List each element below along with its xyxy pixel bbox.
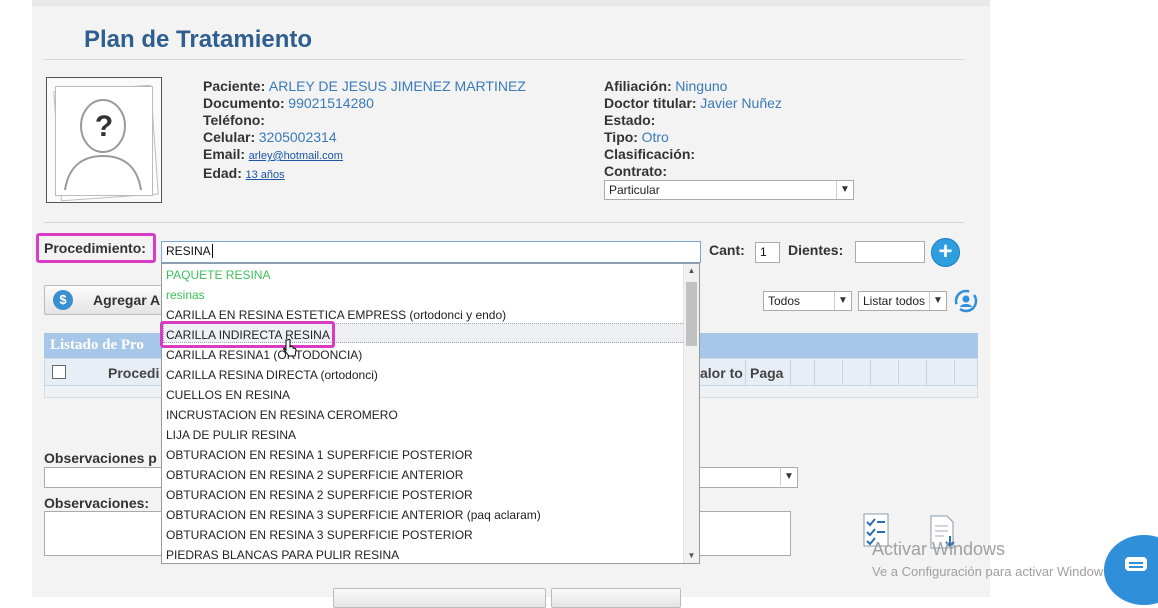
scrollbar-thumb[interactable] bbox=[686, 282, 697, 346]
procedure-option[interactable]: OBTURACION EN RESINA 3 SUPERFICIE ANTERI… bbox=[166, 505, 541, 525]
procedure-option[interactable]: INCRUSTACION EN RESINA CEROMERO bbox=[166, 405, 398, 425]
dollar-icon: $ bbox=[53, 290, 73, 310]
label-email: Email: bbox=[203, 146, 246, 162]
procedure-option[interactable]: CARILLA RESINA1 (ORTODONCIA) bbox=[166, 345, 362, 365]
bottom-action-button-1[interactable] bbox=[333, 588, 546, 608]
procedure-option[interactable]: PIEDRAS BLANCAS PARA PULIR RESINA bbox=[166, 545, 399, 563]
chevron-down-icon: ▼ bbox=[836, 181, 853, 199]
agregar-label: Agregar A bbox=[93, 292, 161, 308]
chevron-down-icon: ▼ bbox=[929, 292, 946, 310]
highlight-selection-box bbox=[160, 321, 335, 348]
patient-info-left: Paciente: ARLEY DE JESUS JIMENEZ MARTINE… bbox=[203, 78, 526, 184]
procedure-option[interactable]: OBTURACION EN RESINA 2 SUPERFICIE ANTERI… bbox=[166, 465, 463, 485]
procedure-option[interactable]: resinas bbox=[166, 285, 205, 305]
chat-icon bbox=[1125, 557, 1147, 571]
contract-select[interactable]: Particular ▼ bbox=[604, 180, 854, 200]
patient-type: Otro bbox=[641, 129, 669, 145]
patient-document: 99021514280 bbox=[288, 95, 374, 111]
agregar-button[interactable]: $ Agregar A bbox=[44, 285, 164, 315]
procedure-search-value: RESINA bbox=[166, 244, 211, 258]
chevron-down-icon: ▼ bbox=[834, 292, 851, 310]
label-paciente: Paciente: bbox=[203, 78, 266, 94]
info-divider bbox=[44, 222, 964, 223]
col-procedimiento-header: Procedi bbox=[108, 365, 160, 381]
dropdown-scrollbar[interactable]: ▲ ▼ bbox=[683, 264, 699, 563]
label-celular: Celular: bbox=[203, 129, 256, 145]
add-procedure-button[interactable]: + bbox=[931, 238, 960, 267]
patient-info-right: Afiliación: Ninguno Doctor titular: Javi… bbox=[604, 78, 782, 180]
patient-email-link[interactable]: arley@hotmail.com bbox=[249, 150, 343, 162]
page-title: Plan de Tratamiento bbox=[84, 26, 313, 53]
teeth-input[interactable] bbox=[855, 241, 925, 263]
procedure-option[interactable]: OBTURACION EN RESINA 3 SUPERFICIE POSTER… bbox=[166, 525, 473, 545]
col-divider bbox=[842, 360, 843, 386]
label-afiliacion: Afiliación: bbox=[604, 78, 672, 94]
plus-circle-icon: + bbox=[938, 238, 953, 265]
scroll-down-arrow-icon[interactable]: ▼ bbox=[684, 549, 699, 563]
cant-label: Cant: bbox=[709, 242, 745, 258]
patient-name: ARLEY DE JESUS JIMENEZ MARTINEZ bbox=[268, 78, 526, 94]
photo-placeholder-mark: ? bbox=[94, 110, 114, 143]
chat-widget-button[interactable] bbox=[1104, 535, 1158, 605]
col-valor-header: alor to bbox=[700, 365, 743, 381]
procedure-option[interactable]: CARILLA RESINA DIRECTA (ortodonci) bbox=[166, 365, 378, 385]
title-divider bbox=[44, 59, 964, 60]
observaciones-label: Observaciones: bbox=[44, 495, 150, 511]
chevron-down-icon: ▼ bbox=[780, 468, 797, 486]
col-divider bbox=[870, 360, 871, 386]
procedure-option[interactable]: CUELLOS EN RESINA bbox=[166, 385, 290, 405]
list-select-value: Listar todos bbox=[863, 294, 926, 308]
label-edad: Edad: bbox=[203, 165, 242, 181]
procedure-option[interactable]: PAQUETE RESINA bbox=[166, 265, 270, 285]
col-divider bbox=[898, 360, 899, 386]
procedure-option[interactable]: OBTURACION EN RESINA 1 SUPERFICIE POSTER… bbox=[166, 445, 473, 465]
scroll-up-arrow-icon[interactable]: ▲ bbox=[684, 264, 699, 278]
label-tipo: Tipo: bbox=[604, 129, 638, 145]
procedure-label: Procedimiento: bbox=[36, 233, 156, 263]
activation-watermark-subtitle: Ve a Configuración para activar Windows. bbox=[872, 564, 1114, 579]
contract-select-value: Particular bbox=[609, 183, 660, 197]
procedure-option[interactable]: OBTURACION EN RESINA 2 SUPERFICIE POSTER… bbox=[166, 485, 473, 505]
patient-age-link[interactable]: 13 años bbox=[246, 169, 285, 181]
filter-select[interactable]: Todos ▼ bbox=[763, 291, 852, 311]
label-documento: Documento: bbox=[203, 95, 285, 111]
top-strip bbox=[32, 0, 990, 6]
label-telefono: Teléfono: bbox=[203, 112, 265, 128]
observaciones-p-label: Observaciones p bbox=[44, 450, 157, 466]
select-all-checkbox[interactable] bbox=[52, 365, 66, 379]
quantity-input[interactable]: 1 bbox=[755, 242, 780, 263]
col-divider bbox=[814, 360, 815, 386]
col-divider bbox=[926, 360, 927, 386]
procedure-autocomplete-list[interactable]: ▲ ▼ PAQUETE RESINA resinas CARILLA EN RESI… bbox=[161, 263, 700, 564]
refresh-users-icon[interactable] bbox=[953, 288, 979, 314]
col-divider bbox=[745, 360, 746, 386]
activation-watermark-title: Activar Windows bbox=[872, 539, 1006, 559]
procedure-option[interactable]: LIJA DE PULIR RESINA bbox=[166, 425, 296, 445]
col-divider bbox=[790, 360, 791, 386]
patient-doctor: Javier Nuñez bbox=[700, 95, 782, 111]
label-estado: Estado: bbox=[604, 112, 656, 128]
label-clasificacion: Clasificación: bbox=[604, 146, 696, 162]
procedure-search-input[interactable]: RESINA bbox=[161, 241, 701, 263]
col-divider bbox=[954, 360, 955, 386]
list-select[interactable]: Listar todos ▼ bbox=[858, 291, 947, 311]
label-contrato: Contrato: bbox=[604, 163, 667, 179]
dientes-label: Dientes: bbox=[788, 242, 844, 258]
patient-cellphone: 3205002314 bbox=[258, 129, 337, 145]
col-paga-header: Paga bbox=[750, 365, 784, 381]
patient-photo: ? bbox=[46, 77, 162, 203]
patient-affiliation: Ninguno bbox=[675, 78, 728, 94]
filter-select-value: Todos bbox=[768, 294, 801, 308]
hand-cursor-icon bbox=[283, 338, 297, 357]
label-doctor: Doctor titular: bbox=[604, 95, 697, 111]
bottom-action-button-2[interactable] bbox=[551, 588, 681, 608]
